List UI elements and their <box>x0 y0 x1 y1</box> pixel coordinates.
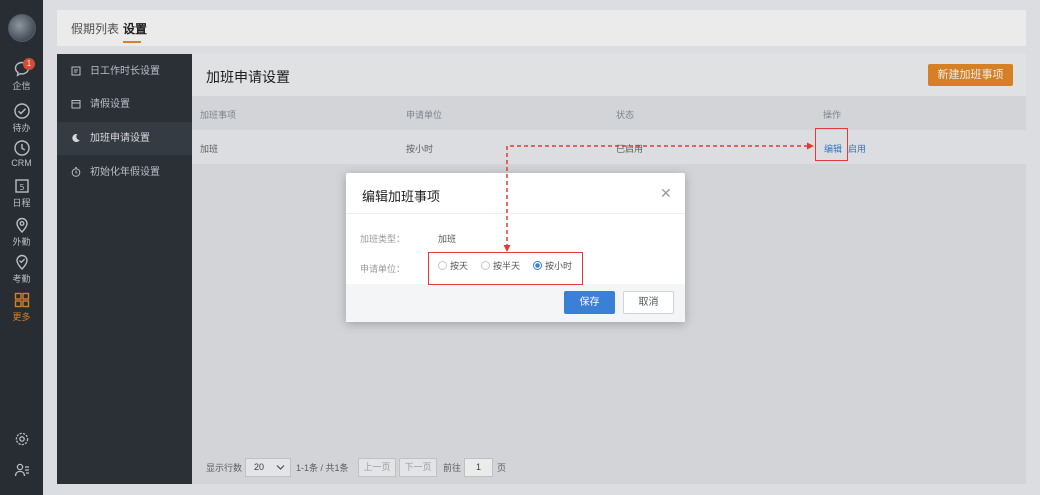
dashed-connector <box>506 145 808 248</box>
annotation-arrows <box>503 142 814 252</box>
arrowhead-down <box>503 245 511 252</box>
arrowhead-right <box>807 142 814 150</box>
